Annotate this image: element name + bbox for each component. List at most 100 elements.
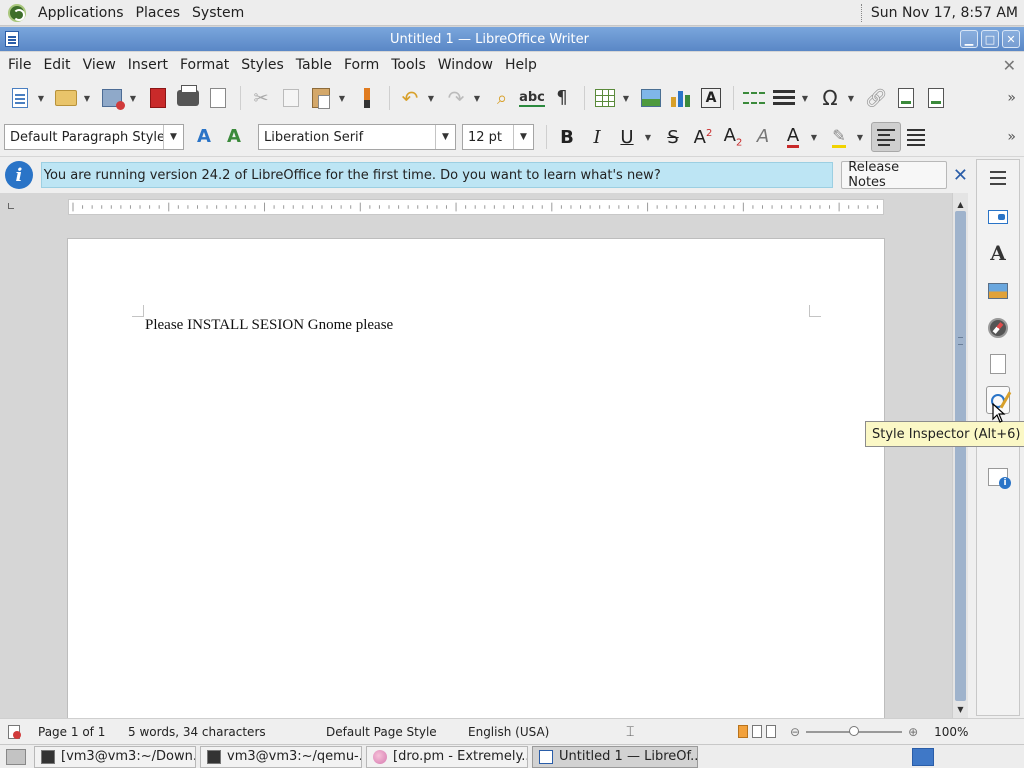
new-document-dropdown[interactable]: ▼ — [36, 84, 46, 112]
formatting-marks-icon[interactable]: ¶ — [548, 84, 576, 112]
chevron-down-icon[interactable]: ▼ — [163, 125, 183, 149]
page-count[interactable]: Page 1 of 1 — [38, 725, 108, 739]
insert-chart-icon[interactable] — [667, 84, 695, 112]
multi-page-view-icon[interactable] — [752, 725, 762, 738]
scroll-up-icon[interactable]: ▲ — [953, 197, 968, 211]
cut-icon[interactable]: ✂ — [247, 84, 275, 112]
toolbar-overflow-icon[interactable]: » — [1007, 129, 1016, 145]
menu-window[interactable]: Window — [432, 57, 499, 73]
font-color-dropdown[interactable]: ▼ — [809, 123, 819, 151]
text-language[interactable]: English (USA) — [468, 725, 578, 739]
align-left-button[interactable] — [871, 122, 901, 152]
zoom-slider-knob[interactable] — [849, 725, 860, 736]
scroll-down-icon[interactable]: ▼ — [953, 702, 968, 716]
horizontal-ruler[interactable] — [68, 199, 884, 215]
highlight-button[interactable]: ✎ — [825, 123, 853, 151]
single-page-view-icon[interactable] — [738, 725, 748, 738]
zoom-level[interactable]: 100% — [934, 725, 968, 739]
insert-image-icon[interactable] — [637, 84, 665, 112]
spelling-icon[interactable]: abc — [518, 84, 546, 112]
highlight-dropdown[interactable]: ▼ — [855, 123, 865, 151]
gnome-foot-icon[interactable] — [8, 3, 26, 22]
panel-menu-applications[interactable]: Applications — [32, 5, 130, 21]
undo-icon[interactable]: ↶ — [396, 84, 424, 112]
zoom-slider[interactable] — [806, 725, 903, 736]
menu-help[interactable]: Help — [499, 57, 543, 73]
menu-styles[interactable]: Styles — [235, 57, 289, 73]
document-text[interactable]: Please INSTALL SESION Gnome please — [145, 317, 393, 334]
underline-dropdown[interactable]: ▼ — [643, 123, 653, 151]
find-replace-icon[interactable]: ⌕ — [488, 84, 516, 112]
menu-insert[interactable]: Insert — [122, 57, 174, 73]
menu-tools[interactable]: Tools — [385, 57, 432, 73]
insert-field-dropdown[interactable]: ▼ — [800, 84, 810, 112]
menu-form[interactable]: Form — [338, 57, 385, 73]
open-folder-icon[interactable] — [52, 84, 80, 112]
window-titlebar[interactable]: Untitled 1 — LibreOffice Writer ▁ □ ✕ — [0, 27, 1024, 51]
vertical-scrollbar[interactable]: ▲ ▼ — [952, 193, 968, 718]
close-icon[interactable]: ✕ — [953, 165, 968, 186]
special-character-icon[interactable]: Ω — [816, 84, 844, 112]
font-name-value[interactable]: Liberation Serif — [259, 130, 435, 145]
task-terminal-qemu[interactable]: vm3@vm3:~/qemu-... — [200, 745, 362, 768]
zoom-out-icon[interactable]: ⊖ — [790, 725, 800, 739]
insert-mode-icon[interactable]: ⌶ — [626, 724, 646, 740]
print-icon[interactable] — [174, 84, 202, 112]
workspace-switcher[interactable] — [912, 747, 934, 766]
italic-button[interactable]: I — [583, 123, 611, 151]
document-page[interactable]: Please INSTALL SESION Gnome please — [67, 238, 885, 718]
word-count[interactable]: 5 words, 34 characters — [128, 725, 298, 739]
export-pdf-icon[interactable] — [144, 84, 172, 112]
close-window-button[interactable]: ✕ — [1002, 30, 1020, 48]
panel-clock[interactable]: Sun Nov 17, 8:57 AM — [871, 5, 1018, 21]
menu-table[interactable]: Table — [290, 57, 338, 73]
underline-button[interactable]: U — [613, 123, 641, 151]
menu-edit[interactable]: Edit — [37, 57, 76, 73]
clear-formatting-button[interactable]: A — [749, 123, 777, 151]
insert-table-icon[interactable] — [591, 84, 619, 112]
document-modified-icon[interactable] — [8, 724, 22, 739]
clone-formatting-icon[interactable] — [353, 84, 381, 112]
task-terminal-downloads[interactable]: [vm3@vm3:~/Down... — [34, 745, 196, 768]
scroll-thumb[interactable] — [955, 211, 966, 701]
chevron-down-icon[interactable]: ▼ — [513, 125, 533, 149]
paragraph-style-combo[interactable]: Default Paragraph Style ▼ — [4, 124, 184, 150]
panel-menu-system[interactable]: System — [186, 5, 250, 21]
undo-dropdown[interactable]: ▼ — [426, 84, 436, 112]
maximize-button[interactable]: □ — [981, 30, 999, 48]
bold-button[interactable]: B — [553, 123, 581, 151]
insert-textbox-icon[interactable]: A — [697, 84, 725, 112]
print-preview-icon[interactable] — [204, 84, 232, 112]
new-document-icon[interactable] — [6, 84, 34, 112]
tab-stop-selector[interactable] — [8, 203, 14, 209]
redo-dropdown[interactable]: ▼ — [472, 84, 482, 112]
minimize-button[interactable]: ▁ — [960, 30, 978, 48]
update-style-icon[interactable]: A — [190, 123, 218, 151]
gallery-icon[interactable] — [986, 279, 1010, 303]
toolbar-overflow-icon[interactable]: » — [1007, 90, 1016, 106]
menu-view[interactable]: View — [77, 57, 122, 73]
redo-icon[interactable]: ↷ — [442, 84, 470, 112]
close-document-icon[interactable]: ✕ — [1003, 56, 1016, 75]
chevron-down-icon[interactable]: ▼ — [435, 125, 455, 149]
new-style-icon[interactable]: A — [220, 123, 248, 151]
paste-icon[interactable] — [307, 84, 335, 112]
page-style[interactable]: Default Page Style — [326, 725, 456, 739]
styles-icon[interactable]: A — [986, 241, 1010, 265]
book-view-icon[interactable] — [766, 725, 776, 738]
footnote-icon[interactable] — [892, 84, 920, 112]
document-area[interactable]: Please INSTALL SESION Gnome please — [0, 193, 968, 718]
font-size-combo[interactable]: 12 pt ▼ — [462, 124, 534, 150]
show-desktop-icon[interactable] — [6, 748, 26, 765]
subscript-button[interactable]: A2 — [719, 123, 747, 151]
properties-icon[interactable] — [986, 205, 1010, 229]
save-icon[interactable] — [98, 84, 126, 112]
special-character-dropdown[interactable]: ▼ — [846, 84, 856, 112]
menu-file[interactable]: File — [2, 57, 37, 73]
insert-field-icon[interactable] — [770, 84, 798, 112]
writer-app-icon[interactable] — [5, 31, 19, 47]
hyperlink-icon[interactable]: 🔗︎ — [862, 84, 890, 112]
task-writer[interactable]: Untitled 1 — LibreOf... — [532, 745, 698, 768]
superscript-button[interactable]: A2 — [689, 123, 717, 151]
copy-icon[interactable] — [277, 84, 305, 112]
